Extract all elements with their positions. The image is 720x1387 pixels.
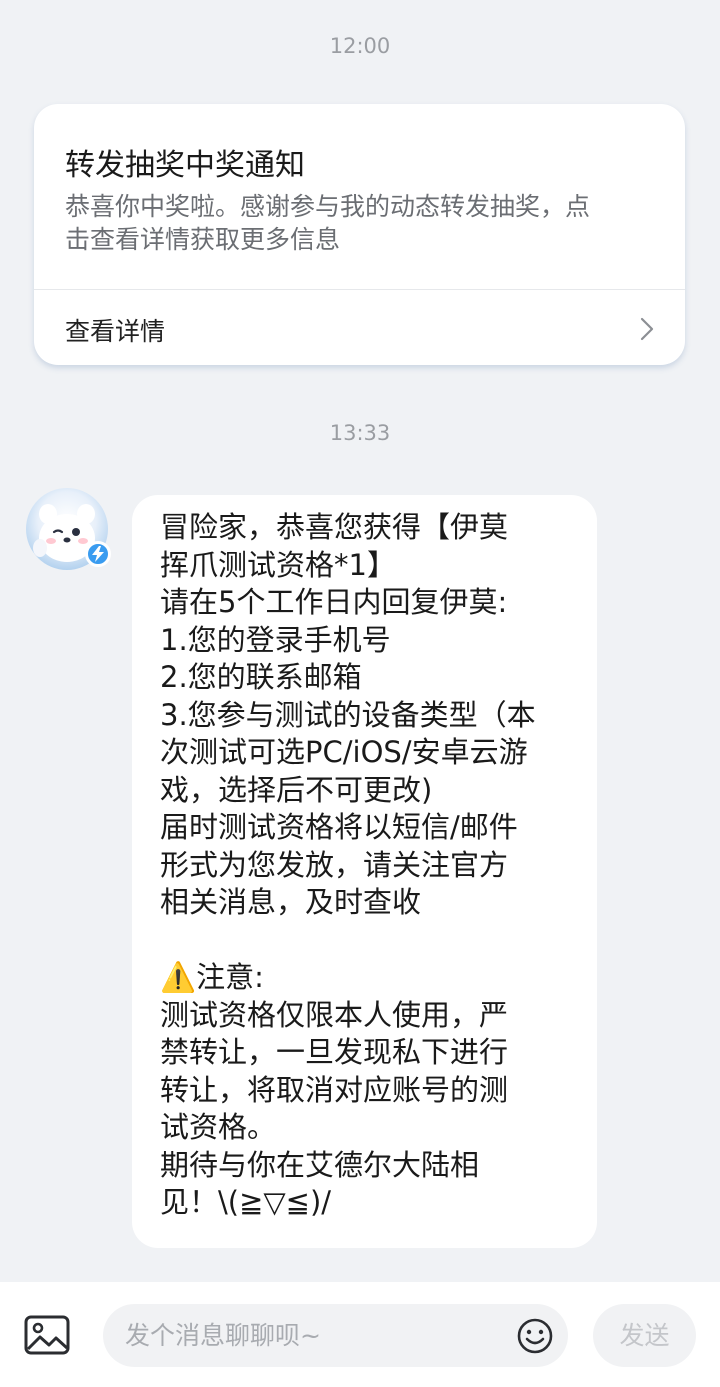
notice-description: 恭喜你中奖啦。感谢参与我的动态转发抽奖，点 击查看详情获取更多信息 <box>65 190 665 256</box>
notice-card[interactable]: 转发抽奖中奖通知 恭喜你中奖啦。感谢参与我的动态转发抽奖，点 击查看详情获取更多… <box>34 104 685 365</box>
composer-bar: 发送 <box>0 1282 720 1387</box>
send-button[interactable]: 发送 <box>593 1304 696 1367</box>
message-line: 冒险家，恭喜您获得【伊莫 <box>160 510 509 544</box>
view-details-label: 查看详情 <box>65 317 166 346</box>
message-line: 禁转让，一旦发现私下进行 <box>160 1035 509 1069</box>
emoji-icon[interactable] <box>516 1317 554 1355</box>
message-line: 测试资格仅限本人使用，严 <box>160 997 509 1032</box>
message-line: 戏，选择后不可更改) <box>160 772 433 807</box>
message-line: 见！\(≧▽≦)/ <box>160 1185 332 1219</box>
message-line: 相关消息，及时查收 <box>160 885 422 919</box>
message-line: 期待与你在艾德尔大陆相 <box>160 1147 480 1182</box>
message-line: 试资格。 <box>160 1110 277 1144</box>
message-input[interactable] <box>125 1304 505 1367</box>
notice-description-line: 击查看详情获取更多信息 <box>65 225 341 254</box>
view-details-link[interactable]: 查看详情 <box>34 290 685 365</box>
timestamp: 13:33 <box>329 421 391 445</box>
message-line: 届时测试资格将以短信/邮件 <box>160 810 518 844</box>
message-input-box[interactable] <box>103 1304 568 1367</box>
chevron-right-icon <box>640 317 654 341</box>
message-line <box>160 922 567 960</box>
chat-area: 12:00 转发抽奖中奖通知 恭喜你中奖啦。感谢参与我的动态转发抽奖，点 击查看… <box>0 0 720 1282</box>
message-line: 1.您的登录手机号 <box>160 622 391 657</box>
message-line: 次测试可选PC/iOS/安卓云游 <box>160 735 528 769</box>
message-line: 形式为您发放，请关注官方 <box>160 847 509 882</box>
notice-title: 转发抽奖中奖通知 <box>65 148 305 183</box>
message-bubble: 冒险家，恭喜您获得【伊莫 挥爪测试资格*1】 请在5个工作日内回复伊莫: 1.您… <box>132 495 597 1248</box>
notice-description-line: 恭喜你中奖啦。感谢参与我的动态转发抽奖，点 <box>65 192 591 221</box>
message-line: 挥爪测试资格*1】 <box>160 547 396 582</box>
message-line: ⚠️注意: <box>160 960 264 994</box>
message-line: 转让，将取消对应账号的测 <box>160 1072 509 1107</box>
timestamp: 12:00 <box>329 34 391 58</box>
message-line: 2.您的联系邮箱 <box>160 660 362 694</box>
avatar[interactable] <box>26 488 111 570</box>
image-icon[interactable] <box>24 1315 70 1355</box>
lightning-badge-icon <box>85 541 111 567</box>
message-line: 请在5个工作日内回复伊莫: <box>160 585 508 619</box>
message-line: 3.您参与测试的设备类型（本 <box>160 697 536 732</box>
